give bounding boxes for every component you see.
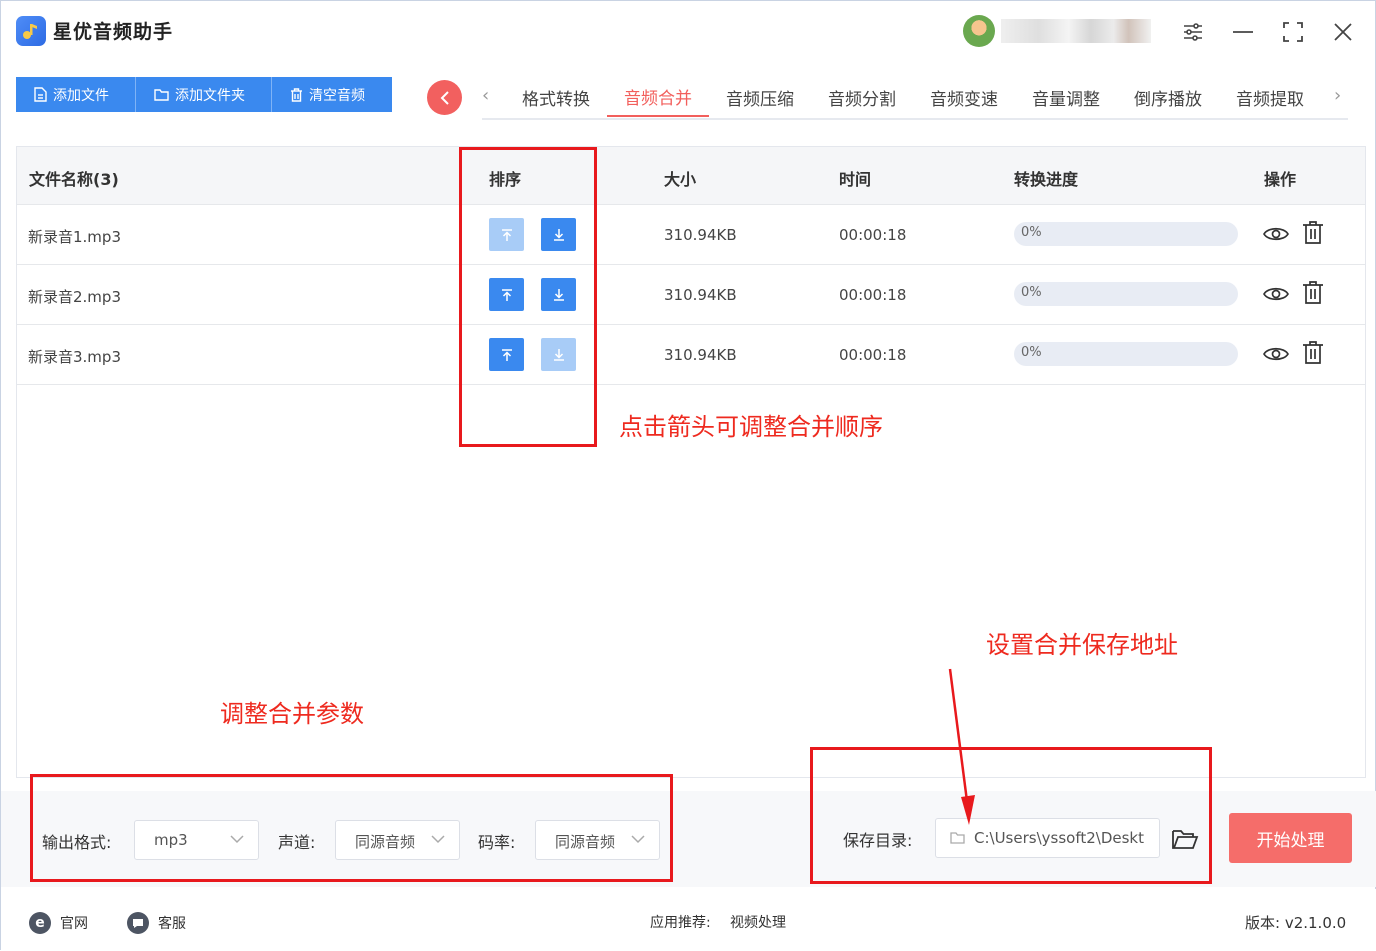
minimize-icon[interactable]: [1228, 17, 1258, 47]
file-size: 310.94KB: [664, 346, 737, 364]
progress-bar: 0%: [1014, 282, 1238, 306]
tab-bar: 格式转换 音频合并 音频压缩 音频分割 音频变速 音量调整 倒序播放 音频提取: [505, 77, 1321, 121]
file-toolbar: 添加文件 添加文件夹 清空音频: [16, 77, 392, 112]
table-row: 新录音3.mp3 310.94KB 00:00:18 0%: [17, 325, 1365, 385]
maximize-icon[interactable]: [1278, 17, 1308, 47]
tab-1[interactable]: 格式转换: [505, 77, 607, 117]
version-label: 版本: v2.1.0.0: [1245, 914, 1347, 932]
tab-5[interactable]: 音频变速: [913, 77, 1015, 117]
progress-text: 0%: [1021, 345, 1042, 360]
params-hint-annotation: 调整合并参数: [220, 700, 364, 728]
trash-icon: [291, 87, 302, 102]
app-logo-icon: [16, 16, 46, 46]
service-label: 客服: [158, 916, 186, 932]
save-path-highlight-box: [810, 747, 1212, 884]
file-name: 新录音2.mp3: [28, 288, 121, 306]
website-link[interactable]: e 官网: [29, 912, 88, 934]
table-row: 新录音2.mp3 310.94KB 00:00:18 0%: [17, 265, 1365, 325]
delete-trash-icon[interactable]: [1302, 220, 1324, 248]
sort-hint-annotation: 点击箭头可调整合并顺序: [619, 413, 883, 441]
app-title: 星优音频助手: [53, 21, 174, 43]
close-icon[interactable]: [1328, 17, 1358, 47]
app-window: 星优音频助手 添加文件 添加文件夹 清空音频 ‹ 格式转换 音频合并 音频压缩 …: [0, 0, 1376, 951]
tabs-scroll-left-icon[interactable]: ‹: [482, 85, 489, 106]
annotation-arrow: [948, 668, 975, 825]
file-icon: [34, 87, 47, 102]
recommend-link[interactable]: 视频处理: [730, 912, 786, 932]
ie-icon: e: [29, 912, 51, 934]
progress-text: 0%: [1021, 285, 1042, 300]
tab-8[interactable]: 音频提取: [1219, 77, 1321, 117]
progress-bar: 0%: [1014, 222, 1238, 246]
file-duration: 00:00:18: [839, 226, 907, 244]
title-bar: 星优音频助手: [1, 1, 1375, 63]
user-avatar[interactable]: [963, 15, 995, 47]
clear-audio-label: 清空音频: [309, 87, 365, 104]
delete-trash-icon[interactable]: [1302, 340, 1324, 368]
tab-6[interactable]: 音量调整: [1015, 77, 1117, 117]
file-table: 文件名称(3) 排序 大小 时间 转换进度 操作 新录音1.mp3 310.94K…: [16, 146, 1366, 778]
save-hint-annotation: 设置合并保存地址: [986, 631, 1178, 659]
tab-4[interactable]: 音频分割: [811, 77, 913, 117]
preview-eye-icon[interactable]: [1263, 345, 1289, 367]
chat-bubble-icon: [127, 912, 149, 934]
preview-eye-icon[interactable]: [1263, 285, 1289, 307]
back-button[interactable]: [427, 80, 462, 115]
start-process-button[interactable]: 开始处理: [1229, 813, 1352, 863]
add-file-button[interactable]: 添加文件: [16, 77, 136, 112]
file-size: 310.94KB: [664, 226, 737, 244]
add-folder-button[interactable]: 添加文件夹: [136, 77, 272, 112]
header-name: 文件名称(3): [29, 170, 119, 189]
file-name: 新录音3.mp3: [28, 348, 121, 366]
header-action: 操作: [1264, 170, 1297, 189]
header-progress: 转换进度: [1014, 170, 1079, 189]
service-link[interactable]: 客服: [127, 912, 186, 934]
file-duration: 00:00:18: [839, 346, 907, 364]
tab-7[interactable]: 倒序播放: [1117, 77, 1219, 117]
user-name-blurred[interactable]: [1001, 19, 1151, 43]
preview-eye-icon[interactable]: [1263, 225, 1289, 247]
delete-trash-icon[interactable]: [1302, 280, 1324, 308]
chevron-left-icon: [440, 90, 449, 105]
clear-audio-button[interactable]: 清空音频: [272, 77, 392, 112]
sort-column-highlight-box: [459, 147, 597, 447]
add-file-label: 添加文件: [53, 87, 109, 104]
header-size: 大小: [664, 170, 697, 189]
website-label: 官网: [60, 916, 88, 932]
file-duration: 00:00:18: [839, 286, 907, 304]
tabs-scroll-right-icon[interactable]: ›: [1334, 85, 1341, 106]
table-header: 文件名称(3) 排序 大小 时间 转换进度 操作: [17, 147, 1365, 205]
settings-sliders-icon[interactable]: [1178, 17, 1208, 47]
header-time: 时间: [839, 170, 872, 189]
file-size: 310.94KB: [664, 286, 737, 304]
tab-3[interactable]: 音频压缩: [709, 77, 811, 117]
recommend-label: 应用推荐:: [650, 915, 711, 931]
table-row: 新录音1.mp3 310.94KB 00:00:18 0%: [17, 205, 1365, 265]
progress-bar: 0%: [1014, 342, 1238, 366]
file-name: 新录音1.mp3: [28, 228, 121, 246]
folder-icon: [154, 89, 169, 101]
progress-text: 0%: [1021, 225, 1042, 240]
params-highlight-box: [30, 774, 673, 882]
add-folder-label: 添加文件夹: [175, 87, 245, 104]
tab-underline-track: [482, 118, 1348, 120]
tab-2[interactable]: 音频合并: [607, 77, 709, 117]
